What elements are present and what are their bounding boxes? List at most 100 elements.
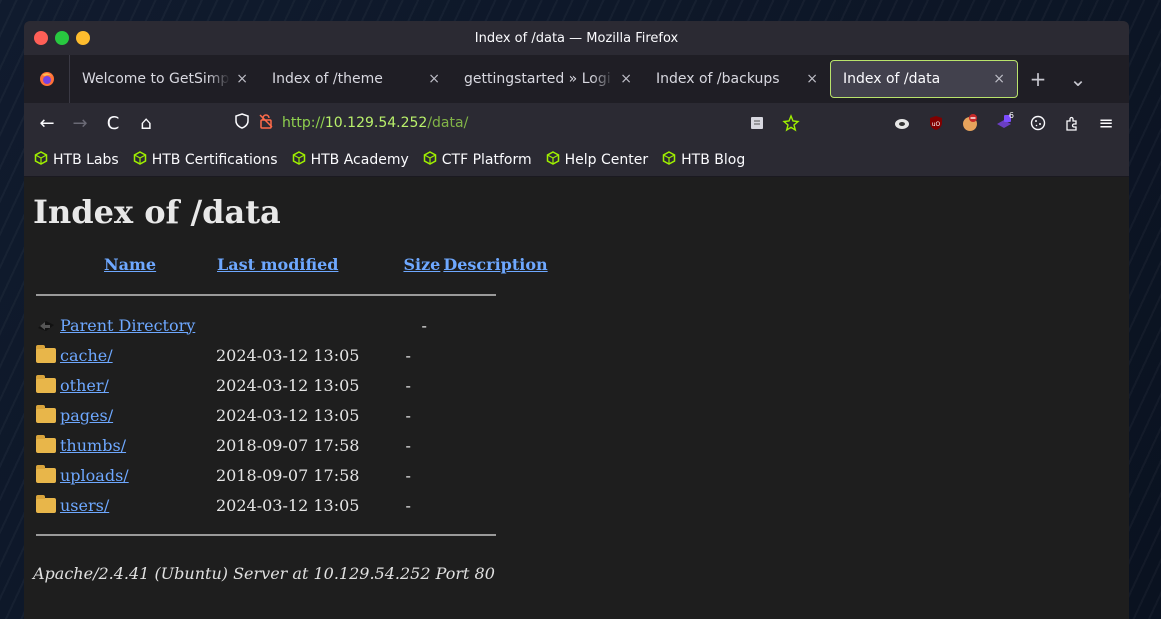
directory-listing-table: Name Last modified Size Description Pare… (34, 251, 551, 550)
name-cell: thumbs/ (34, 430, 214, 460)
url-bar[interactable]: http://10.129.54.252/data/ (234, 108, 468, 138)
hexagon-cube-icon (546, 150, 560, 169)
modified-cell: 2018-09-07 17:58 (216, 435, 360, 455)
bookmark-ctf-platform[interactable]: CTF Platform (423, 150, 532, 169)
hexagon-cube-icon (133, 150, 147, 169)
sort-by-modified-link[interactable]: Last modified (217, 255, 338, 274)
folder-link-other[interactable]: other/ (60, 376, 109, 395)
modified-cell: 2024-03-12 13:05 (216, 405, 360, 425)
url-path: /data/ (427, 115, 469, 131)
folder-link-uploads[interactable]: uploads/ (60, 466, 129, 485)
folder-icon (36, 494, 56, 513)
bookmark-label: HTB Labs (53, 151, 119, 168)
bookmark-label: HTB Academy (310, 151, 409, 168)
bookmark-label: CTF Platform (441, 151, 532, 168)
sort-by-name-link[interactable]: Name (104, 255, 156, 274)
ublock-origin-icon[interactable]: uO (921, 108, 951, 138)
folder-link-pages[interactable]: pages/ (60, 406, 113, 425)
close-window-button[interactable] (34, 31, 48, 45)
browser-window: Index of /data — Mozilla Firefox Welcome… (24, 21, 1129, 619)
reader-view-icon[interactable] (742, 108, 772, 138)
description-cell (443, 370, 550, 400)
modified-cell: 2024-03-12 13:05 (216, 375, 360, 395)
insecure-lock-icon[interactable] (258, 113, 274, 133)
window-controls (34, 31, 90, 45)
folder-icon (36, 374, 56, 393)
bookmark-help-center[interactable]: Help Center (546, 150, 648, 169)
firefox-icon[interactable] (24, 55, 70, 103)
close-tab-icon[interactable]: × (620, 71, 632, 87)
url-text[interactable]: http://10.129.54.252/data/ (282, 115, 468, 131)
close-tab-icon[interactable]: × (993, 71, 1005, 87)
server-signature: Apache/2.4.41 (Ubuntu) Server at 10.129.… (33, 564, 495, 583)
size-cell: - (405, 345, 411, 365)
app-menu-button[interactable]: ≡ (1091, 108, 1121, 138)
extension-cookie-monster-icon[interactable] (955, 108, 985, 138)
new-tab-button[interactable]: + (1018, 67, 1058, 91)
cookie-icon[interactable] (1023, 108, 1053, 138)
folder-link-thumbs[interactable]: thumbs/ (60, 436, 126, 455)
description-cell (443, 310, 550, 340)
bookmark-star-icon[interactable] (776, 108, 806, 138)
divider (36, 294, 496, 296)
size-cell: - (405, 435, 411, 455)
page-title: Index of /data (33, 193, 281, 231)
modified-cell (214, 310, 393, 340)
bookmark-label: HTB Blog (681, 151, 746, 168)
url-scheme: http:// (282, 115, 325, 131)
close-tab-icon[interactable]: × (236, 71, 248, 87)
modified-cell: 2024-03-12 13:05 (216, 495, 360, 515)
close-tab-icon[interactable]: × (806, 71, 818, 87)
table-row: other/ 2024-03-12 13:05 - (34, 370, 551, 400)
shield-icon[interactable] (234, 113, 250, 133)
description-cell (443, 430, 550, 460)
home-button[interactable]: ⌂ (131, 108, 161, 138)
folder-link-cache[interactable]: cache/ (60, 346, 113, 365)
tab-data[interactable]: Index of /data × (830, 60, 1018, 98)
sort-by-description-link[interactable]: Description (443, 255, 547, 274)
close-tab-icon[interactable]: × (428, 71, 440, 87)
forward-button[interactable]: → (65, 108, 95, 138)
table-row: thumbs/ 2018-09-07 17:58 - (34, 430, 551, 460)
sort-by-size-link[interactable]: Size (403, 255, 440, 274)
description-header: Description (443, 251, 550, 280)
navigation-toolbar: ← → C ⌂ http://10.129.54.252/data/ uO 6 … (24, 103, 1129, 143)
modified-header: Last modified (214, 251, 393, 280)
bookmarks-toolbar: HTB Labs HTB Certifications HTB Academy … (24, 143, 1129, 177)
extension-badge-count: 6 (1008, 111, 1014, 120)
folder-link-users[interactable]: users/ (60, 496, 109, 515)
bookmark-htb-academy[interactable]: HTB Academy (292, 150, 409, 169)
table-header-row: Name Last modified Size Description (34, 251, 551, 280)
bookmark-htb-certifications[interactable]: HTB Certifications (133, 150, 278, 169)
extension-foxy-icon[interactable] (887, 108, 917, 138)
list-all-tabs-button[interactable]: ⌄ (1058, 67, 1098, 91)
window-title: Index of /data — Mozilla Firefox (474, 30, 679, 46)
back-arrow-icon (36, 317, 56, 333)
back-button[interactable]: ← (32, 108, 62, 138)
bookmark-htb-labs[interactable]: HTB Labs (34, 150, 119, 169)
description-cell (443, 490, 550, 520)
minimize-window-button[interactable] (76, 31, 90, 45)
size-cell: - (421, 315, 427, 335)
reload-button[interactable]: C (98, 108, 128, 138)
tab-getsimple[interactable]: Welcome to GetSimp × (70, 60, 260, 98)
tab-backups[interactable]: Index of /backups × (644, 60, 830, 98)
maximize-window-button[interactable] (55, 31, 69, 45)
tab-theme[interactable]: Index of /theme × (260, 60, 452, 98)
icon-header (34, 251, 64, 280)
parent-directory-link[interactable]: Parent Directory (60, 316, 195, 335)
table-row: uploads/ 2018-09-07 17:58 - (34, 460, 551, 490)
folder-icon (36, 404, 56, 423)
name-cell: pages/ (34, 400, 214, 430)
description-cell (443, 460, 550, 490)
modified-cell: 2024-03-12 13:05 (216, 345, 360, 365)
page-content: Index of /data Name Last modified Size D… (24, 177, 1129, 619)
extension-badge-icon[interactable]: 6 (989, 108, 1019, 138)
extensions-puzzle-icon[interactable] (1057, 108, 1087, 138)
bookmark-htb-blog[interactable]: HTB Blog (662, 150, 746, 169)
name-cell: other/ (34, 370, 214, 400)
separator-row (34, 520, 551, 550)
tab-bar: Welcome to GetSimp × Index of /theme × g… (24, 55, 1129, 103)
tab-gettingstarted[interactable]: gettingstarted » Logi × (452, 60, 644, 98)
bookmark-label: HTB Certifications (151, 151, 278, 168)
